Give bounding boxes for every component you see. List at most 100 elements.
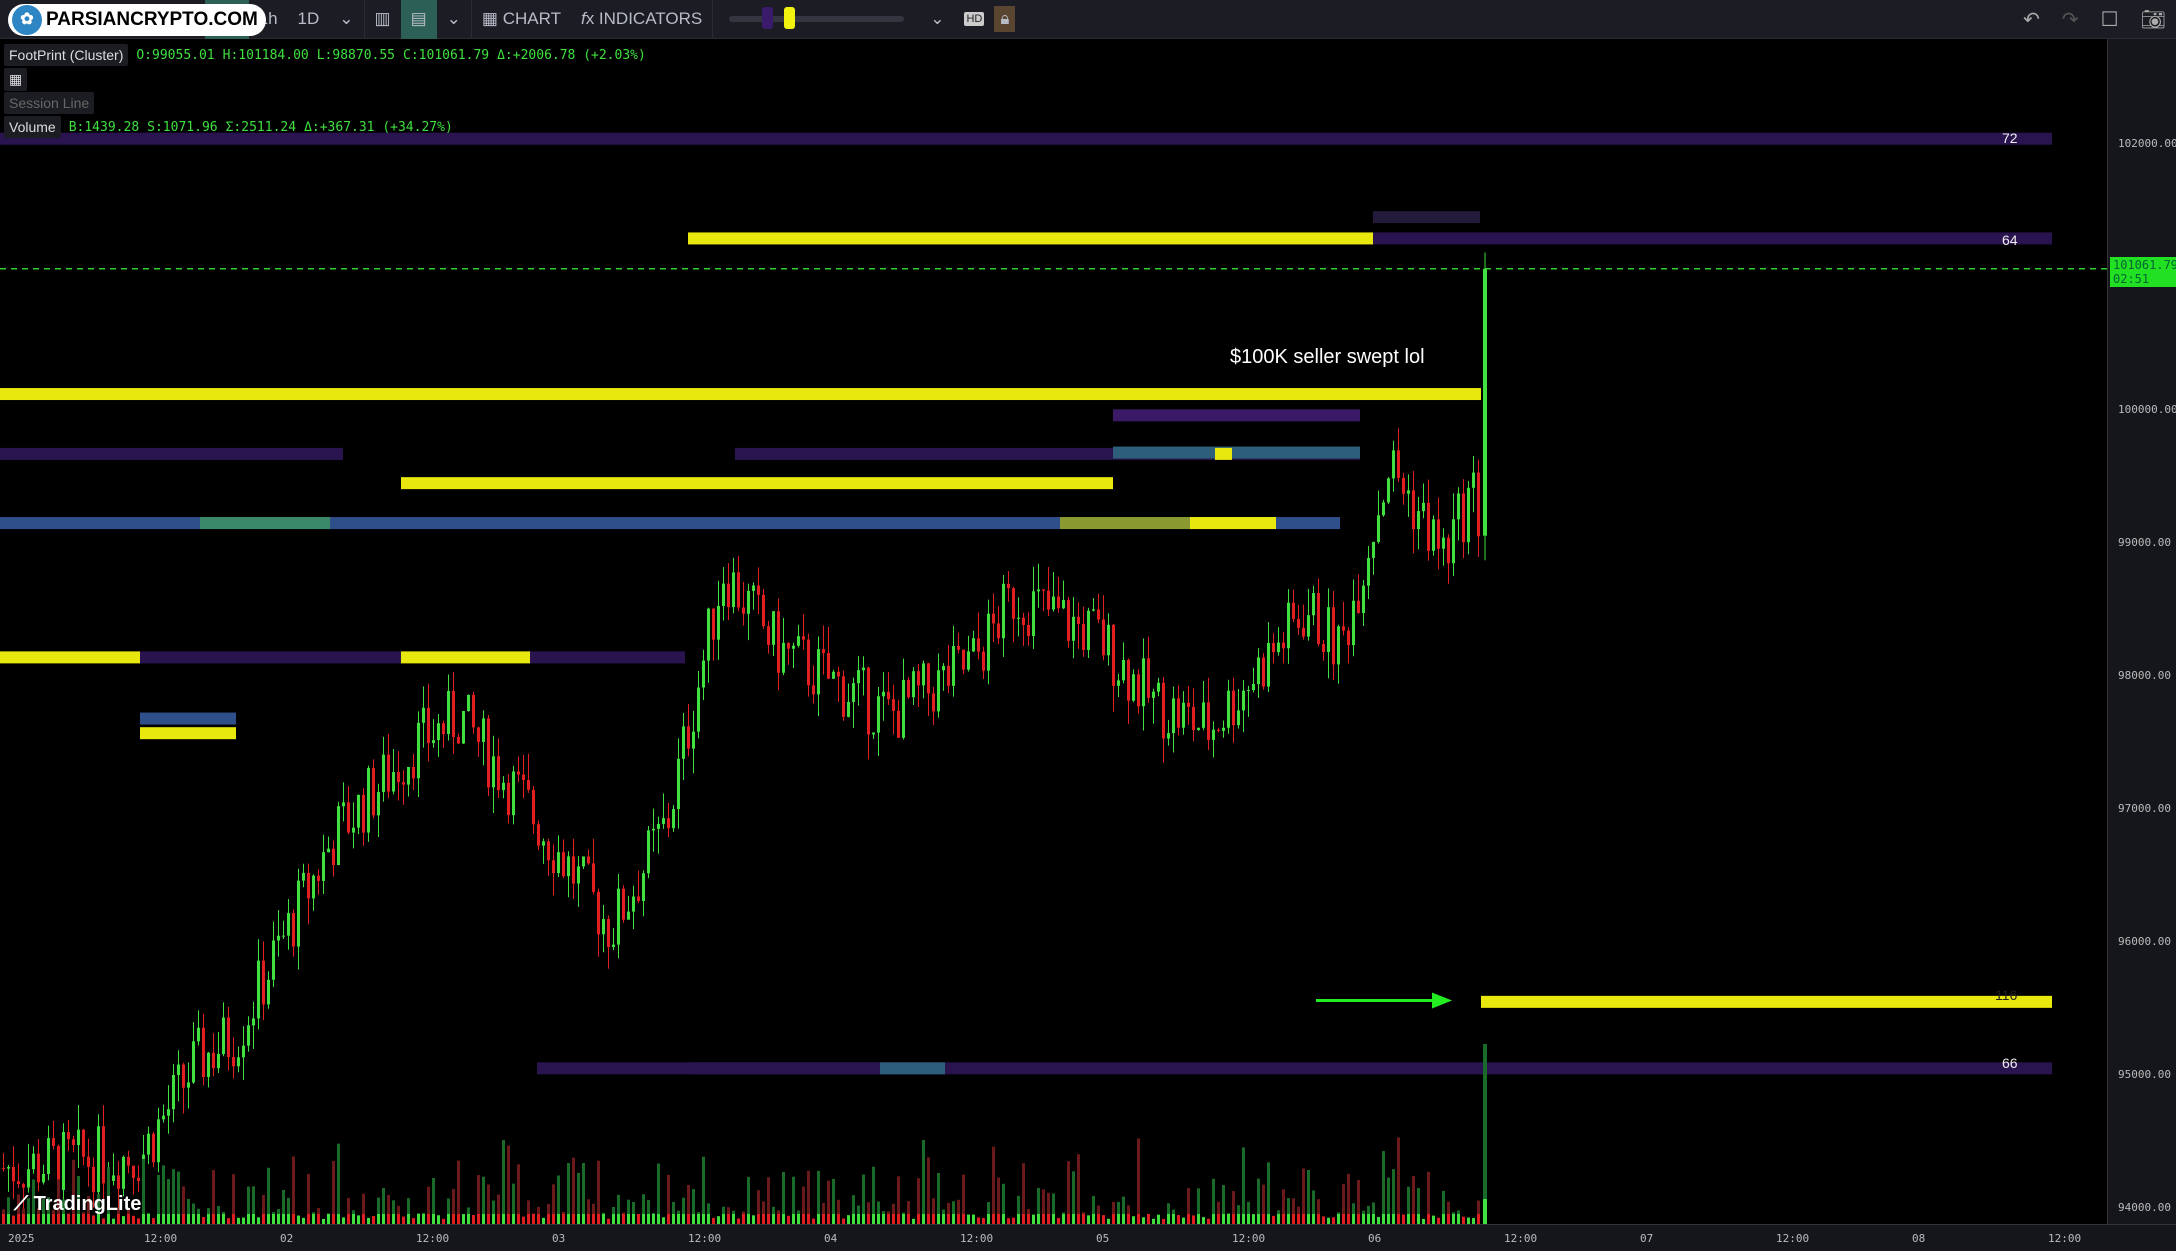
volume-bar-delta <box>727 1214 730 1224</box>
timeframe-chevron-down-icon[interactable]: ⌄ <box>329 0 363 39</box>
slider-high-handle[interactable] <box>784 7 796 29</box>
chart-button[interactable]: ▦ CHART <box>472 0 571 39</box>
candle-body <box>182 1064 185 1088</box>
volume-bar-delta <box>177 1214 180 1224</box>
heatmap-level <box>530 651 685 664</box>
candle-body <box>1152 691 1155 698</box>
volume-bar-delta <box>987 1214 990 1224</box>
slider-low-handle[interactable] <box>762 7 774 29</box>
candle-body <box>462 711 465 744</box>
candle-body <box>1472 472 1475 488</box>
volume-bar-delta <box>352 1214 355 1224</box>
volume-bar-delta <box>1452 1214 1455 1224</box>
session-line-label[interactable]: Session Line <box>4 92 95 114</box>
candle-body <box>1467 487 1470 543</box>
volume-bar-delta <box>432 1214 435 1224</box>
chart-label: CHART <box>502 9 561 28</box>
candle-body <box>1047 590 1050 610</box>
candle-body <box>1432 519 1435 551</box>
right-tools: ↶ ↷ ☐ 📷︎ <box>2023 0 2176 39</box>
candle-body <box>387 754 390 792</box>
volume-bar-delta <box>597 1214 600 1224</box>
time-tick-label: 06 <box>1368 1232 1382 1245</box>
heatmap-level <box>0 388 1481 401</box>
volume-bar-delta <box>917 1214 920 1224</box>
slider-chevron-down-icon[interactable]: ⌄ <box>920 0 954 39</box>
volume-label[interactable]: Volume <box>4 116 61 138</box>
volume-bar-delta <box>897 1214 900 1224</box>
time-axis[interactable]: 2025 12:00 02 12:00 03 12:00 04 12:00 05 12:00 06 1… <box>0 1224 2176 1251</box>
volume-bar-delta <box>347 1214 350 1224</box>
volume-bar-delta <box>337 1214 340 1224</box>
candle-body <box>1177 698 1180 728</box>
camera-icon[interactable]: 📷︎ <box>2141 7 2166 32</box>
volume-bar-delta <box>1177 1215 1180 1224</box>
candle-body <box>1452 519 1455 564</box>
candle-body <box>1212 729 1215 740</box>
candle-body <box>207 1052 210 1077</box>
candle-body <box>252 1018 255 1026</box>
candle-body <box>42 1173 45 1183</box>
candle-body <box>1357 600 1360 613</box>
candle-body <box>987 613 990 671</box>
redo-icon[interactable]: ↷ <box>2062 7 2079 32</box>
candle-body <box>1457 493 1460 520</box>
volume-bar-delta <box>697 1214 700 1224</box>
candle-body <box>337 806 340 866</box>
price-tick-label: 97000.00 <box>2118 802 2171 815</box>
candle-body <box>662 818 665 824</box>
volume-bar-delta <box>892 1214 895 1224</box>
candle-body <box>1217 729 1220 731</box>
candle-body <box>752 585 755 591</box>
last-price-badge: 101061.79 02:51 <box>2110 257 2176 287</box>
candle-body <box>487 718 490 788</box>
volume-bar-delta <box>1187 1214 1190 1224</box>
volume-bar-delta <box>732 1214 735 1224</box>
heatmap-range-slider[interactable] <box>729 7 905 29</box>
candle-body <box>1227 690 1230 728</box>
volume-bar-delta <box>882 1214 885 1224</box>
volume-bar-delta <box>317 1214 320 1224</box>
footprint-icon[interactable]: ▤ <box>400 0 437 39</box>
footprint-label[interactable]: FootPrint (Cluster) <box>4 44 129 66</box>
candle-body <box>1292 602 1295 619</box>
price-tick-label: 99000.00 <box>2118 536 2171 549</box>
candle-body <box>52 1138 55 1146</box>
volume-bar-delta <box>147 1214 150 1224</box>
time-tick-label: 12:00 <box>960 1232 994 1245</box>
volume-bar-delta <box>877 1214 880 1224</box>
candle-body <box>247 1025 250 1046</box>
candle-body <box>542 841 545 846</box>
indicators-button[interactable]: fx INDICATORS <box>571 0 712 39</box>
candle-body <box>597 891 600 935</box>
chart-canvas[interactable] <box>0 39 2107 1224</box>
volume-bar-delta <box>1052 1214 1055 1224</box>
candle-body <box>1202 702 1205 728</box>
volume-bar-delta <box>557 1214 560 1224</box>
volume-bar <box>1242 1147 1245 1224</box>
candle-body <box>922 663 925 686</box>
volume-bar-delta <box>1142 1217 1145 1224</box>
settings-icon[interactable]: ▦ <box>4 68 28 91</box>
timeframe-1d[interactable]: 1D <box>288 0 330 39</box>
candle-body <box>912 671 915 698</box>
volume-bar-delta <box>1377 1217 1380 1224</box>
hd-button[interactable]: HD <box>954 0 994 39</box>
undo-icon[interactable]: ↶ <box>2023 7 2040 32</box>
lock-icon[interactable]: 🔒︎ <box>994 6 1016 32</box>
fullscreen-icon[interactable]: ☐ <box>2101 7 2119 32</box>
candle-body <box>47 1138 50 1174</box>
price-axis[interactable]: 102000.00101000.00100000.0099000.0098000… <box>2107 39 2176 1224</box>
volume-bar-delta <box>527 1214 530 1224</box>
chart-type-chevron-down-icon[interactable]: ⌄ <box>437 0 471 39</box>
candle-body <box>837 671 840 677</box>
candle-body <box>842 676 845 717</box>
volume-bar-delta <box>512 1214 515 1224</box>
candlestick-icon[interactable]: ▥ <box>365 0 401 39</box>
volume-bar-delta <box>777 1214 780 1224</box>
time-tick-label: 12:00 <box>1232 1232 1266 1245</box>
chart-annotation[interactable]: $100K seller swept lol <box>1230 346 1425 369</box>
candle-body <box>392 772 395 792</box>
volume-bar-delta <box>392 1214 395 1224</box>
time-tick-label: 12:00 <box>1504 1232 1538 1245</box>
